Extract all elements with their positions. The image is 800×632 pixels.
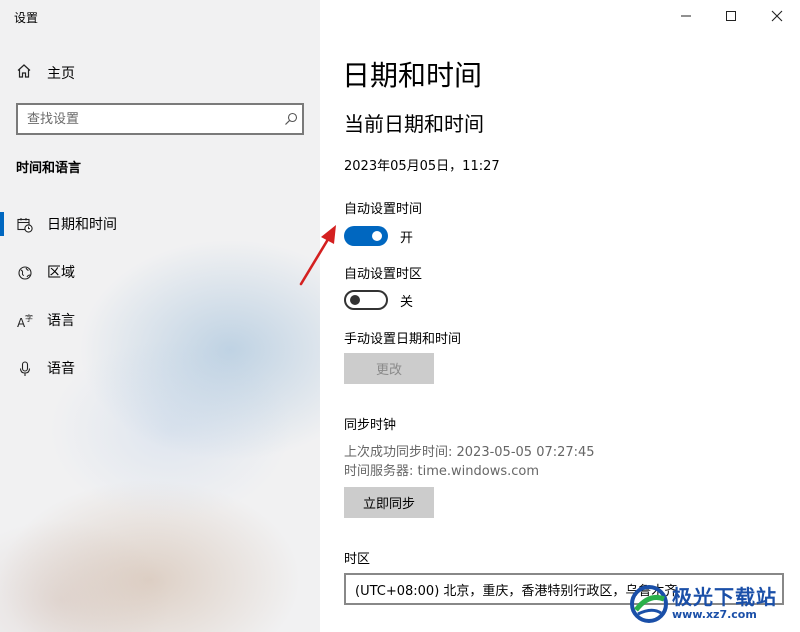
sidebar: 设置 主页 时间和语言 日期和时间 区域 A字 语言 语音 bbox=[0, 0, 320, 632]
sync-title: 同步时钟 bbox=[344, 418, 397, 433]
time-server-text: 时间服务器: time.windows.com bbox=[344, 464, 540, 479]
minimize-button[interactable] bbox=[663, 0, 709, 32]
watermark-name: 极光下载站 bbox=[672, 585, 777, 609]
maximize-button[interactable] bbox=[708, 0, 754, 32]
auto-time-label: 自动设置时间 bbox=[344, 202, 423, 217]
close-button[interactable] bbox=[754, 0, 800, 32]
main-panel: 日期和时间 当前日期和时间 2023年05月05日，11:27 自动设置时间 开… bbox=[320, 0, 800, 632]
toggle-state-label: 开 bbox=[400, 230, 414, 246]
toggle-switch-off[interactable] bbox=[344, 290, 388, 310]
sidebar-item-label: 语言 bbox=[47, 313, 75, 329]
manual-datetime-label: 手动设置日期和时间 bbox=[344, 332, 462, 347]
change-button[interactable]: 更改 bbox=[344, 353, 434, 384]
watermark-logo-icon bbox=[630, 585, 668, 623]
home-label: 主页 bbox=[47, 66, 75, 82]
sidebar-item-language[interactable]: A字 语言 bbox=[0, 302, 320, 338]
language-icon: A字 bbox=[16, 312, 34, 330]
auto-timezone-toggle[interactable]: 关 bbox=[344, 290, 413, 310]
app-title: 设置 bbox=[14, 11, 39, 25]
current-datetime: 2023年05月05日，11:27 bbox=[344, 159, 500, 174]
section-title: 时间和语言 bbox=[16, 161, 82, 176]
page-title: 日期和时间 bbox=[342, 59, 483, 92]
sidebar-item-label: 区域 bbox=[47, 265, 75, 281]
search-box[interactable] bbox=[16, 103, 304, 135]
annotation-arrow bbox=[299, 225, 336, 286]
minimize-icon bbox=[680, 7, 692, 26]
sync-now-button[interactable]: 立即同步 bbox=[344, 487, 434, 518]
search-icon[interactable] bbox=[280, 105, 302, 133]
globe-icon bbox=[16, 264, 34, 282]
calendar-clock-icon bbox=[16, 216, 34, 234]
last-sync-text: 上次成功同步时间: 2023-05-05 07:27:45 bbox=[344, 445, 595, 460]
toggle-knob bbox=[372, 231, 382, 241]
toggle-knob bbox=[350, 295, 360, 305]
maximize-icon bbox=[725, 7, 737, 26]
auto-time-toggle[interactable]: 开 bbox=[344, 226, 413, 246]
sidebar-item-date-time[interactable]: 日期和时间 bbox=[0, 206, 320, 242]
sidebar-item-label: 日期和时间 bbox=[47, 217, 117, 233]
home-link[interactable]: 主页 bbox=[16, 62, 75, 84]
toggle-switch-on[interactable] bbox=[344, 226, 388, 246]
microphone-icon bbox=[16, 360, 34, 378]
sidebar-item-label: 语音 bbox=[47, 361, 75, 377]
sidebar-item-region[interactable]: 区域 bbox=[0, 254, 320, 290]
watermark-url: www.xz7.com bbox=[672, 608, 757, 621]
watermark: 极光下载站 www.xz7.com bbox=[628, 580, 798, 628]
section-heading: 当前日期和时间 bbox=[344, 112, 484, 136]
search-input[interactable] bbox=[18, 105, 280, 133]
sidebar-item-speech[interactable]: 语音 bbox=[0, 350, 320, 386]
home-icon bbox=[16, 63, 32, 83]
close-icon bbox=[771, 7, 783, 26]
timezone-label: 时区 bbox=[344, 552, 371, 567]
auto-timezone-label: 自动设置时区 bbox=[344, 267, 423, 282]
svg-text:字: 字 bbox=[25, 313, 33, 323]
toggle-state-label: 关 bbox=[400, 294, 414, 310]
